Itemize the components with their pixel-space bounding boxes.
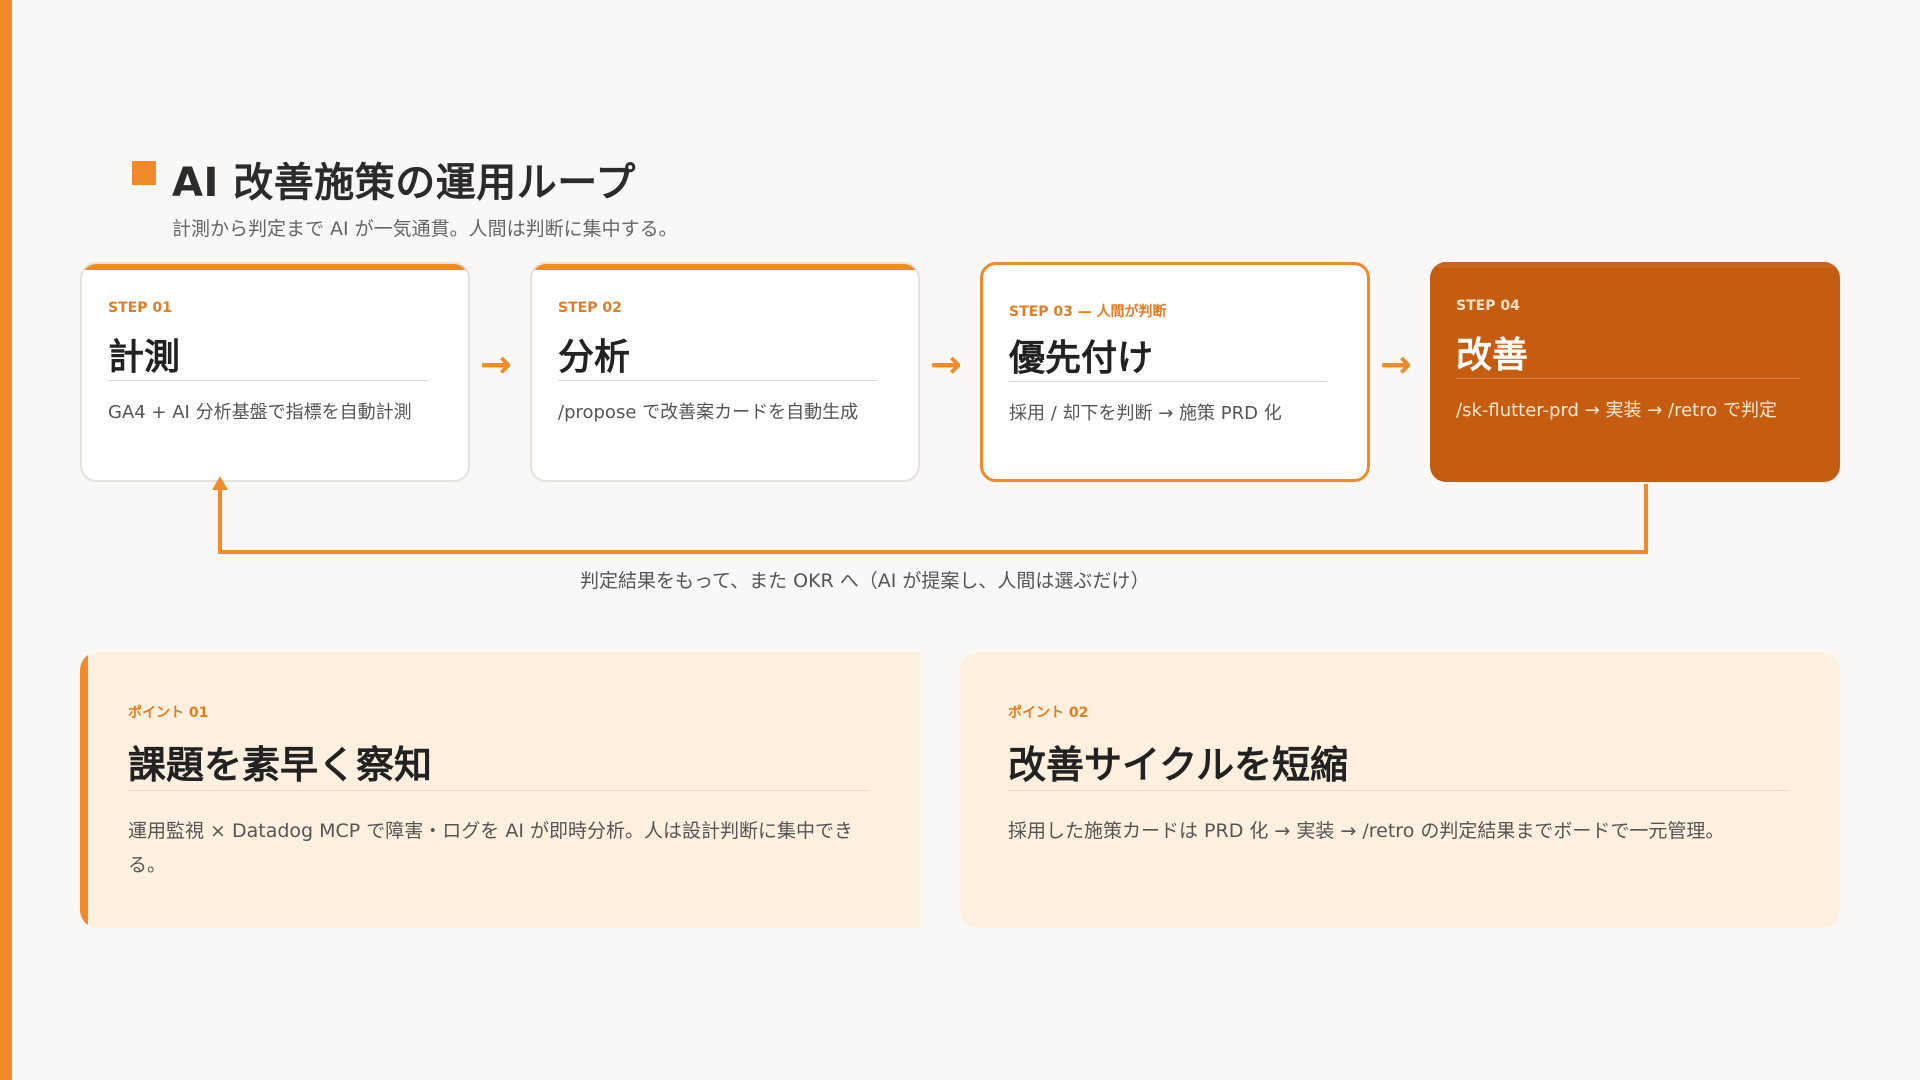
point-card-shorten-cycle: ポイント 02 改善サイクルを短縮 採用した施策カードは PRD 化 → 実装 … xyxy=(960,652,1840,928)
point-desc: 運用監視 × Datadog MCP で障害・ログを AI が即時分析。人は設計… xyxy=(128,820,853,876)
point-title: 課題を素早く察知 xyxy=(128,743,433,787)
point-card-detect: ポイント 01 課題を素早く察知 運用監視 × Datadog MCP で障害・… xyxy=(80,652,920,928)
point-desc: 採用した施策カードは PRD 化 → 実装 → /retro の判定結果までボー… xyxy=(1008,820,1725,842)
point-label: ポイント 01 xyxy=(128,705,209,721)
point-title: 改善サイクルを短縮 xyxy=(1008,743,1349,787)
point-divider xyxy=(1008,790,1788,791)
point-left-accent xyxy=(80,652,88,928)
point-label: ポイント 02 xyxy=(1008,705,1089,721)
point-divider xyxy=(128,790,868,791)
loop-line xyxy=(218,484,1648,554)
loop-arrowhead-icon xyxy=(212,476,228,490)
loop-caption: 判定結果をもって、また OKR へ（AI が提案し、人間は選ぶだけ） xyxy=(580,570,1150,592)
